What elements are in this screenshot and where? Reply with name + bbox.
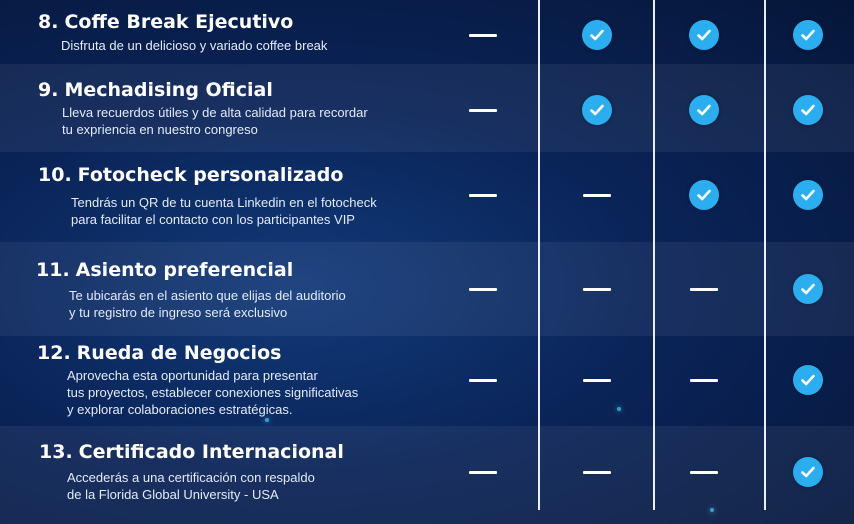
benefit-title-text: Rueda de Negocios	[76, 342, 282, 364]
check-circle-icon	[793, 180, 823, 210]
check-circle-icon	[793, 365, 823, 395]
benefit-description: Lleva recuerdos útiles y de alta calidad…	[62, 104, 368, 138]
check-circle-icon	[793, 274, 823, 304]
check-circle-icon	[793, 20, 823, 50]
benefit-description-line: tu expriencia en nuestro congreso	[62, 122, 258, 137]
benefit-description-line: Tendrás un QR de tu cuenta Linkedin en e…	[71, 195, 377, 210]
dash-icon	[469, 194, 497, 197]
benefit-number: 11.	[36, 259, 70, 281]
benefit-title-text: Coffe Break Ejecutivo	[64, 11, 294, 33]
benefit-description-line: y tu registro de ingreso será exclusivo	[69, 305, 288, 320]
benefit-description: Accederás a una certificación con respal…	[67, 469, 315, 503]
dash-icon	[583, 288, 611, 291]
benefit-description-line: Aprovecha esta oportunidad para presenta…	[67, 368, 318, 383]
sparkle-decoration	[617, 407, 621, 411]
check-circle-icon	[689, 20, 719, 50]
dash-icon	[469, 379, 497, 382]
dash-icon	[690, 471, 718, 474]
benefit-description-line: de la Florida Global University - USA	[67, 487, 279, 502]
dash-icon	[469, 471, 497, 474]
benefit-description-line: tus proyectos, establecer conexiones sig…	[67, 385, 359, 400]
check-circle-icon	[582, 95, 612, 125]
benefit-number: 10.	[38, 164, 72, 186]
sparkle-decoration	[265, 418, 269, 422]
benefit-title-text: Certificado Internacional	[78, 441, 344, 463]
benefit-title: 11. Asiento preferencial	[36, 259, 293, 281]
benefit-number: 8.	[38, 11, 59, 33]
benefit-title-text: Asiento preferencial	[75, 259, 294, 281]
dash-icon	[469, 109, 497, 112]
dash-icon	[583, 379, 611, 382]
benefit-title-text: Fotocheck personalizado	[77, 164, 344, 186]
benefit-description-line: y explorar colaboraciones estratégicas.	[67, 402, 293, 417]
benefit-description-line: Accederás a una certificación con respal…	[67, 470, 315, 485]
benefit-description: Te ubicarás en el asiento que elijas del…	[69, 287, 346, 321]
dash-icon	[469, 34, 497, 37]
benefit-number: 13.	[39, 441, 73, 463]
benefit-number: 9.	[38, 79, 59, 101]
benefit-title: 12. Rueda de Negocios	[37, 342, 281, 364]
check-circle-icon	[582, 20, 612, 50]
benefit-description-line: Lleva recuerdos útiles y de alta calidad…	[62, 105, 368, 120]
benefit-title: 8. Coffe Break Ejecutivo	[38, 11, 293, 33]
benefit-description-line: Te ubicarás en el asiento que elijas del…	[69, 288, 346, 303]
column-divider	[764, 0, 766, 510]
check-circle-icon	[793, 457, 823, 487]
dash-icon	[469, 288, 497, 291]
column-divider	[538, 0, 540, 510]
benefit-description-line: para facilitar el contacto con los parti…	[71, 212, 355, 227]
dash-icon	[583, 194, 611, 197]
benefit-title: 10. Fotocheck personalizado	[38, 164, 343, 186]
check-circle-icon	[689, 95, 719, 125]
dash-icon	[690, 288, 718, 291]
dash-icon	[583, 471, 611, 474]
dash-icon	[690, 379, 718, 382]
check-circle-icon	[689, 180, 719, 210]
benefit-title-text: Mechadising Oficial	[64, 79, 273, 101]
sparkle-decoration	[710, 508, 714, 512]
check-circle-icon	[793, 95, 823, 125]
benefit-description: Aprovecha esta oportunidad para presenta…	[67, 367, 358, 418]
benefit-title: 9. Mechadising Oficial	[38, 79, 273, 101]
benefit-description: Tendrás un QR de tu cuenta Linkedin en e…	[71, 194, 377, 228]
benefit-description-line: Disfruta de un delicioso y variado coffe…	[61, 38, 328, 53]
benefit-number: 12.	[37, 342, 71, 364]
benefit-title: 13. Certificado Internacional	[39, 441, 344, 463]
benefit-description: Disfruta de un delicioso y variado coffe…	[61, 37, 327, 54]
column-divider	[653, 0, 655, 510]
